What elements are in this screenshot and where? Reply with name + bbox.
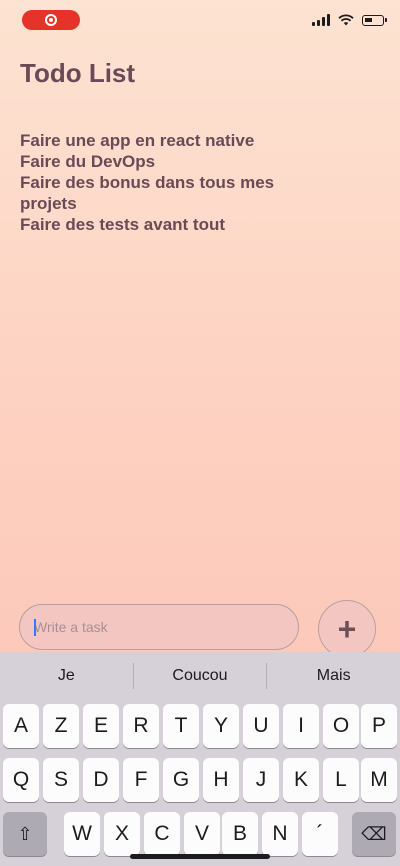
page-title: Todo List: [20, 58, 136, 88]
key-p[interactable]: P: [361, 704, 397, 748]
key-row-2: Q S D F G H J K L M: [0, 758, 400, 802]
key-b[interactable]: B: [222, 812, 258, 856]
key-u[interactable]: U: [243, 704, 279, 748]
add-task-button[interactable]: +: [318, 600, 376, 658]
key-z[interactable]: Z: [43, 704, 79, 748]
keyboard: Je Coucou Mais A Z E R T Y U I O P Q S D…: [0, 652, 400, 866]
key-m[interactable]: M: [361, 758, 397, 802]
suggestion-bar: Je Coucou Mais: [0, 652, 400, 700]
task-item[interactable]: Faire des bonus dans tous mes projets: [20, 172, 310, 214]
battery-icon: [362, 14, 387, 26]
status-bar: [0, 0, 400, 40]
key-k[interactable]: K: [283, 758, 319, 802]
key-q[interactable]: Q: [3, 758, 39, 802]
key-x[interactable]: X: [104, 812, 140, 856]
task-item[interactable]: Faire des tests avant tout: [20, 214, 310, 235]
key-l[interactable]: L: [323, 758, 359, 802]
key-j[interactable]: J: [243, 758, 279, 802]
key-g[interactable]: G: [163, 758, 199, 802]
key-h[interactable]: H: [203, 758, 239, 802]
key-d[interactable]: D: [83, 758, 119, 802]
key-f[interactable]: F: [123, 758, 159, 802]
suggestion[interactable]: Mais: [267, 667, 400, 685]
key-n[interactable]: N: [262, 812, 298, 856]
key-row-1: A Z E R T Y U I O P: [0, 704, 400, 748]
key-row-3: ⇧ W X C V B N ´ ⌫: [0, 812, 400, 856]
suggestion[interactable]: Je: [0, 667, 133, 685]
task-item[interactable]: Faire du DevOps: [20, 151, 310, 172]
key-a[interactable]: A: [3, 704, 39, 748]
home-indicator[interactable]: [130, 854, 270, 859]
suggestion[interactable]: Coucou: [134, 667, 267, 685]
key-w[interactable]: W: [64, 812, 100, 856]
key-c[interactable]: C: [144, 812, 180, 856]
key-s[interactable]: S: [43, 758, 79, 802]
key-r[interactable]: R: [123, 704, 159, 748]
key-i[interactable]: I: [283, 704, 319, 748]
task-item[interactable]: Faire une app en react native: [20, 130, 310, 151]
key-accent[interactable]: ´: [302, 812, 338, 856]
delete-icon[interactable]: ⌫: [352, 812, 396, 856]
task-input[interactable]: [19, 604, 299, 650]
cellular-signal-icon: [312, 14, 330, 26]
key-t[interactable]: T: [163, 704, 199, 748]
key-v[interactable]: V: [184, 812, 220, 856]
wifi-icon: [338, 14, 354, 26]
shift-icon[interactable]: ⇧: [3, 812, 47, 856]
key-e[interactable]: E: [83, 704, 119, 748]
key-y[interactable]: Y: [203, 704, 239, 748]
record-indicator-icon[interactable]: [22, 10, 80, 30]
text-caret: [34, 619, 36, 636]
key-o[interactable]: O: [323, 704, 359, 748]
task-list: Faire une app en react native Faire du D…: [20, 130, 310, 235]
